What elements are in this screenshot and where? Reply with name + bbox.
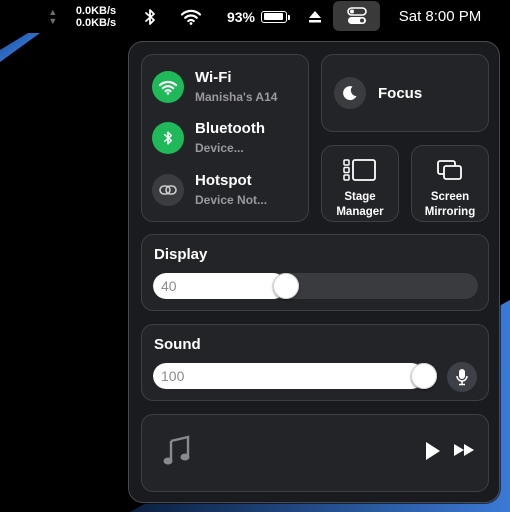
- connectivity-module: Wi-Fi Manisha's A14 Bluetooth Device... …: [141, 54, 309, 222]
- hotspot-toggle[interactable]: Hotspot Device Not...: [152, 172, 267, 208]
- battery-icon: [261, 10, 291, 23]
- eject-icon[interactable]: [305, 0, 325, 33]
- control-center-panel: Wi-Fi Manisha's A14 Bluetooth Device... …: [128, 41, 500, 503]
- sound-slider-fill: [153, 363, 424, 389]
- screen-mirroring-label-line2: Mirroring: [424, 206, 476, 218]
- network-speed-monitor[interactable]: ▲ ▼ 0.0KB/s 0.0KB/s: [40, 0, 122, 33]
- menu-bar-clock[interactable]: Sat 8:00 PM: [390, 0, 490, 33]
- hotspot-status: Device Not...: [195, 193, 268, 207]
- stage-manager-label-line2: Manager: [336, 206, 384, 218]
- focus-button[interactable]: Focus: [321, 54, 489, 132]
- link-icon[interactable]: [152, 174, 184, 206]
- display-brightness-value: 40: [161, 278, 177, 294]
- bluetooth-status: Device...: [195, 141, 244, 155]
- sound-volume-value: 100: [161, 368, 185, 384]
- now-playing-module: [141, 414, 489, 492]
- hotspot-title: Hotspot: [195, 172, 252, 189]
- stage-manager-label-line1: Stage: [344, 191, 376, 203]
- display-title: Display: [154, 246, 208, 263]
- wifi-network-name: Manisha's A14: [195, 90, 278, 104]
- sound-module: Sound 100: [141, 324, 489, 401]
- moon-icon: [334, 77, 366, 109]
- screen-mirroring-label-line1: Screen: [430, 191, 470, 203]
- bluetooth-icon[interactable]: [142, 0, 158, 33]
- focus-label: Focus: [378, 84, 423, 102]
- sound-volume-slider[interactable]: 100: [153, 363, 437, 389]
- network-arrows-icon: ▲ ▼: [48, 6, 58, 26]
- play-icon[interactable]: [425, 441, 441, 466]
- stage-manager-icon: [343, 156, 377, 184]
- sound-title: Sound: [154, 336, 201, 353]
- sound-slider-knob[interactable]: [411, 363, 437, 389]
- music-note-icon: [162, 435, 190, 472]
- control-center-icon[interactable]: [333, 1, 380, 31]
- display-module: Display 40: [141, 234, 489, 311]
- wifi-icon[interactable]: [152, 71, 184, 103]
- microphone-icon[interactable]: [447, 362, 477, 392]
- battery-fill: [263, 13, 284, 20]
- wifi-icon[interactable]: [180, 0, 202, 33]
- fast-forward-icon[interactable]: [453, 443, 475, 462]
- bluetooth-toggle[interactable]: Bluetooth Device...: [152, 120, 265, 156]
- wifi-toggle[interactable]: Wi-Fi Manisha's A14: [152, 69, 277, 105]
- screen-mirroring-icon: [436, 156, 464, 184]
- battery-percent: 93%: [226, 8, 256, 25]
- screen-mirroring-button[interactable]: Screen Mirroring: [411, 145, 489, 222]
- network-download-rate: 0.0KB/s: [75, 16, 117, 29]
- menu-bar: ▲ ▼ 0.0KB/s 0.0KB/s 93% Sat 8:00 PM: [0, 0, 510, 33]
- battery-status[interactable]: 93%: [222, 0, 292, 33]
- display-slider-knob[interactable]: [272, 273, 299, 299]
- stage-manager-button[interactable]: Stage Manager: [321, 145, 399, 222]
- network-upload-rate: 0.0KB/s: [75, 4, 117, 17]
- display-brightness-slider[interactable]: 40: [153, 273, 478, 299]
- bluetooth-title: Bluetooth: [195, 120, 265, 137]
- wifi-title: Wi-Fi: [195, 69, 232, 86]
- bluetooth-icon[interactable]: [152, 122, 184, 154]
